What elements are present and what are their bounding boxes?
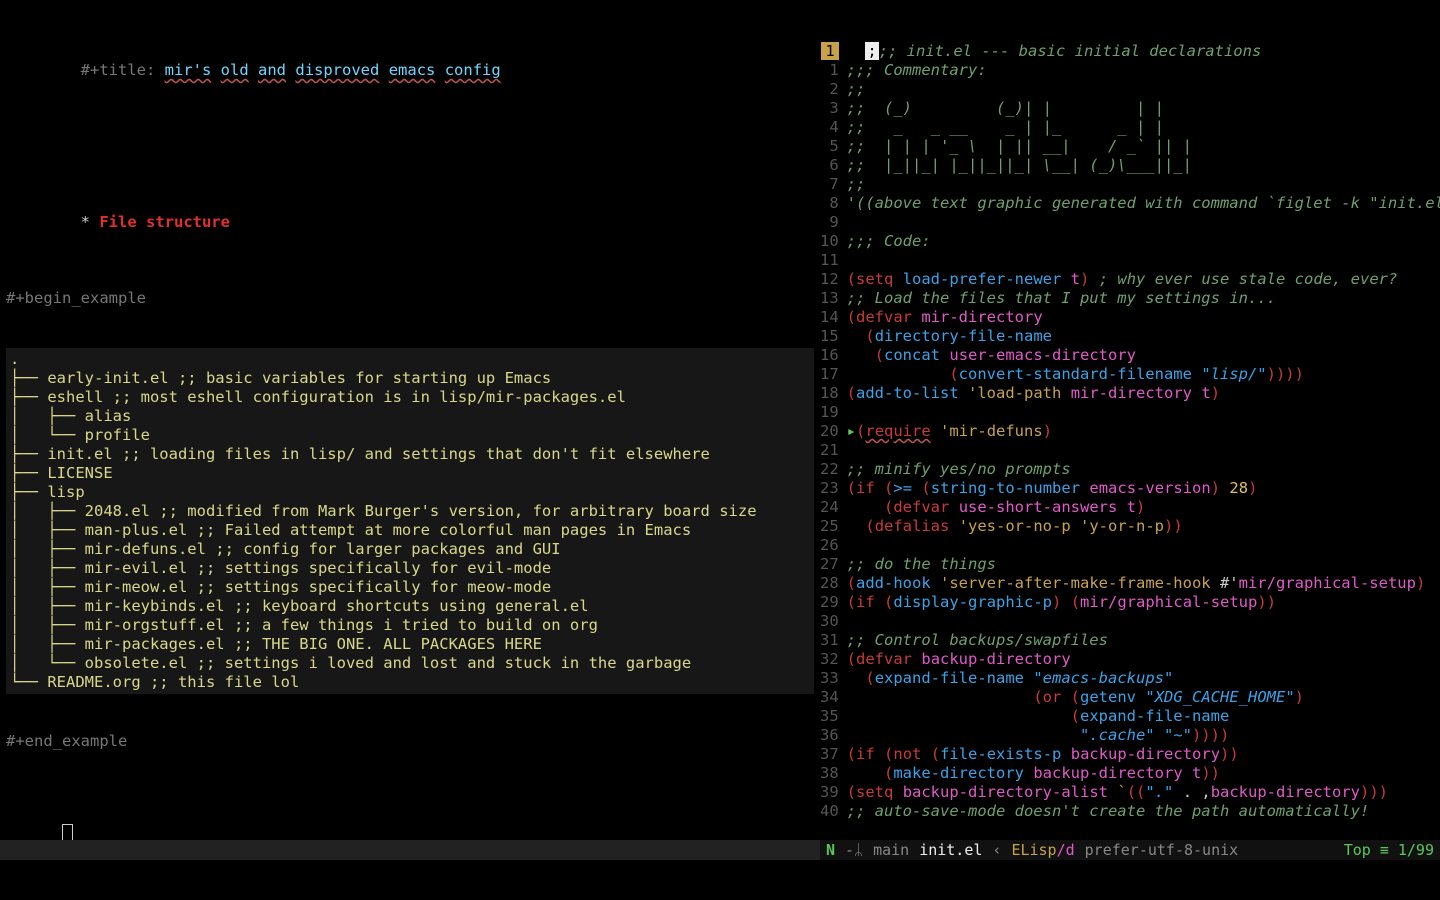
code-line: 37(if (not (file-exists-p backup-directo…	[820, 745, 1440, 764]
code-line: 3;; (_) (_)| | | |	[820, 99, 1440, 118]
buffer-name: init.el	[919, 841, 982, 860]
code-line: 30	[820, 612, 1440, 631]
buffer-encoding: prefer-utf-8-unix	[1085, 841, 1239, 860]
code-line: 22;; minify yes/no prompts	[820, 460, 1440, 479]
modeline-row: N -ᛦ main init.el ‹ ELisp/d prefer-utf-8…	[0, 840, 1440, 860]
code-line: 25 (defalias 'yes-or-no-p 'y-or-n-p))	[820, 517, 1440, 536]
code-line: 34 (or (getenv "XDG_CACHE_HOME")	[820, 688, 1440, 707]
code-line: 11	[820, 251, 1440, 270]
code-line: 15 (directory-file-name	[820, 327, 1440, 346]
code-line: 13;; Load the files that I put my settin…	[820, 289, 1440, 308]
code-line: 19	[820, 403, 1440, 422]
modeline-left-inactive	[0, 840, 820, 860]
code-line: 27;; do the things	[820, 555, 1440, 574]
code-line: 29(if (display-graphic-p) (mir/graphical…	[820, 593, 1440, 612]
elisp-buffer[interactable]: 1 ;;; init.el --- basic initial declarat…	[820, 0, 1440, 840]
org-buffer[interactable]: #+title: mir's old and disproved emacs c…	[0, 0, 820, 840]
code-line: 28(add-hook 'server-after-make-frame-hoo…	[820, 574, 1440, 593]
code-line: 20▸(require 'mir-defuns)	[820, 422, 1440, 441]
vcs-branch-icon: -ᛦ	[845, 841, 863, 860]
code-line: 36 ".cache" "~"))))	[820, 726, 1440, 745]
code-listing: 1 ;;; init.el --- basic initial declarat…	[820, 42, 1440, 821]
code-line: 2;;	[820, 80, 1440, 99]
code-line: 1;;; Commentary:	[820, 61, 1440, 80]
code-line: 14(defvar mir-directory	[820, 308, 1440, 327]
org-heading-1: * File structure	[6, 194, 814, 251]
code-line: 24 (defvar use-short-answers t)	[820, 498, 1440, 517]
code-line: 9	[820, 213, 1440, 232]
vcs-branch-name: main	[873, 841, 909, 860]
org-begin-example: #+begin_example	[6, 289, 814, 308]
fringe-arrow-icon: ▸	[847, 422, 856, 440]
org-title-text: mir's old and disproved emacs config	[165, 61, 501, 79]
buffer-position: Top ≡ 1/99	[1344, 841, 1434, 860]
minor-mode-suffix: /d	[1057, 841, 1075, 859]
org-end-example: #+end_example	[6, 732, 814, 751]
major-mode: ELisp	[1011, 841, 1056, 859]
code-line: 40;; auto-save-mode doesn't create the p…	[820, 802, 1440, 821]
org-title-line: #+title: mir's old and disproved emacs c…	[6, 42, 814, 99]
code-line: 26	[820, 536, 1440, 555]
code-line: 12(setq load-prefer-newer t) ; why ever …	[820, 270, 1440, 289]
code-line: 33 (expand-file-name "emacs-backups"	[820, 669, 1440, 688]
code-line: 5;; | | | '_ \ | || __| / _` || |	[820, 137, 1440, 156]
header-line-number: 1	[821, 42, 838, 60]
emacs-frame: #+title: mir's old and disproved emacs c…	[0, 0, 1440, 900]
point-cursor: ;	[865, 42, 878, 60]
org-heading-text: File structure	[99, 213, 230, 231]
code-line: 7;;	[820, 175, 1440, 194]
code-line: 32(defvar backup-directory	[820, 650, 1440, 669]
code-line: 10;;; Code:	[820, 232, 1440, 251]
code-line: 23(if (>= (string-to-number emacs-versio…	[820, 479, 1440, 498]
minibuffer[interactable]	[0, 860, 1440, 880]
code-line: 18(add-to-list 'load-path mir-directory …	[820, 384, 1440, 403]
org-example-block: . ├── early-init.el ;; basic variables f…	[6, 348, 814, 694]
code-line: 8'((above text graphic generated with co…	[820, 194, 1440, 213]
code-line: 21	[820, 441, 1440, 460]
org-heading-star: *	[81, 213, 100, 231]
code-line: 4;; _ _ __ _ | |_ _ | |	[820, 118, 1440, 137]
org-title-keyword: #+title:	[81, 61, 165, 79]
code-line: 31;; Control backups/swapfiles	[820, 631, 1440, 650]
code-line: 39(setq backup-directory-alist `(("." . …	[820, 783, 1440, 802]
code-line: 35 (expand-file-name	[820, 707, 1440, 726]
modeline-right: N -ᛦ main init.el ‹ ELisp/d prefer-utf-8…	[820, 840, 1440, 860]
mode-separator: ‹	[992, 841, 1001, 860]
code-line: 17 (convert-standard-filename "lisp/")))…	[820, 365, 1440, 384]
code-line: 6;; |_||_| |_||_||_| \__| (_)\___||_|	[820, 156, 1440, 175]
evil-state-indicator: N	[826, 841, 835, 860]
code-line: 16 (concat user-emacs-directory	[820, 346, 1440, 365]
code-line: 38 (make-directory backup-directory t))	[820, 764, 1440, 783]
